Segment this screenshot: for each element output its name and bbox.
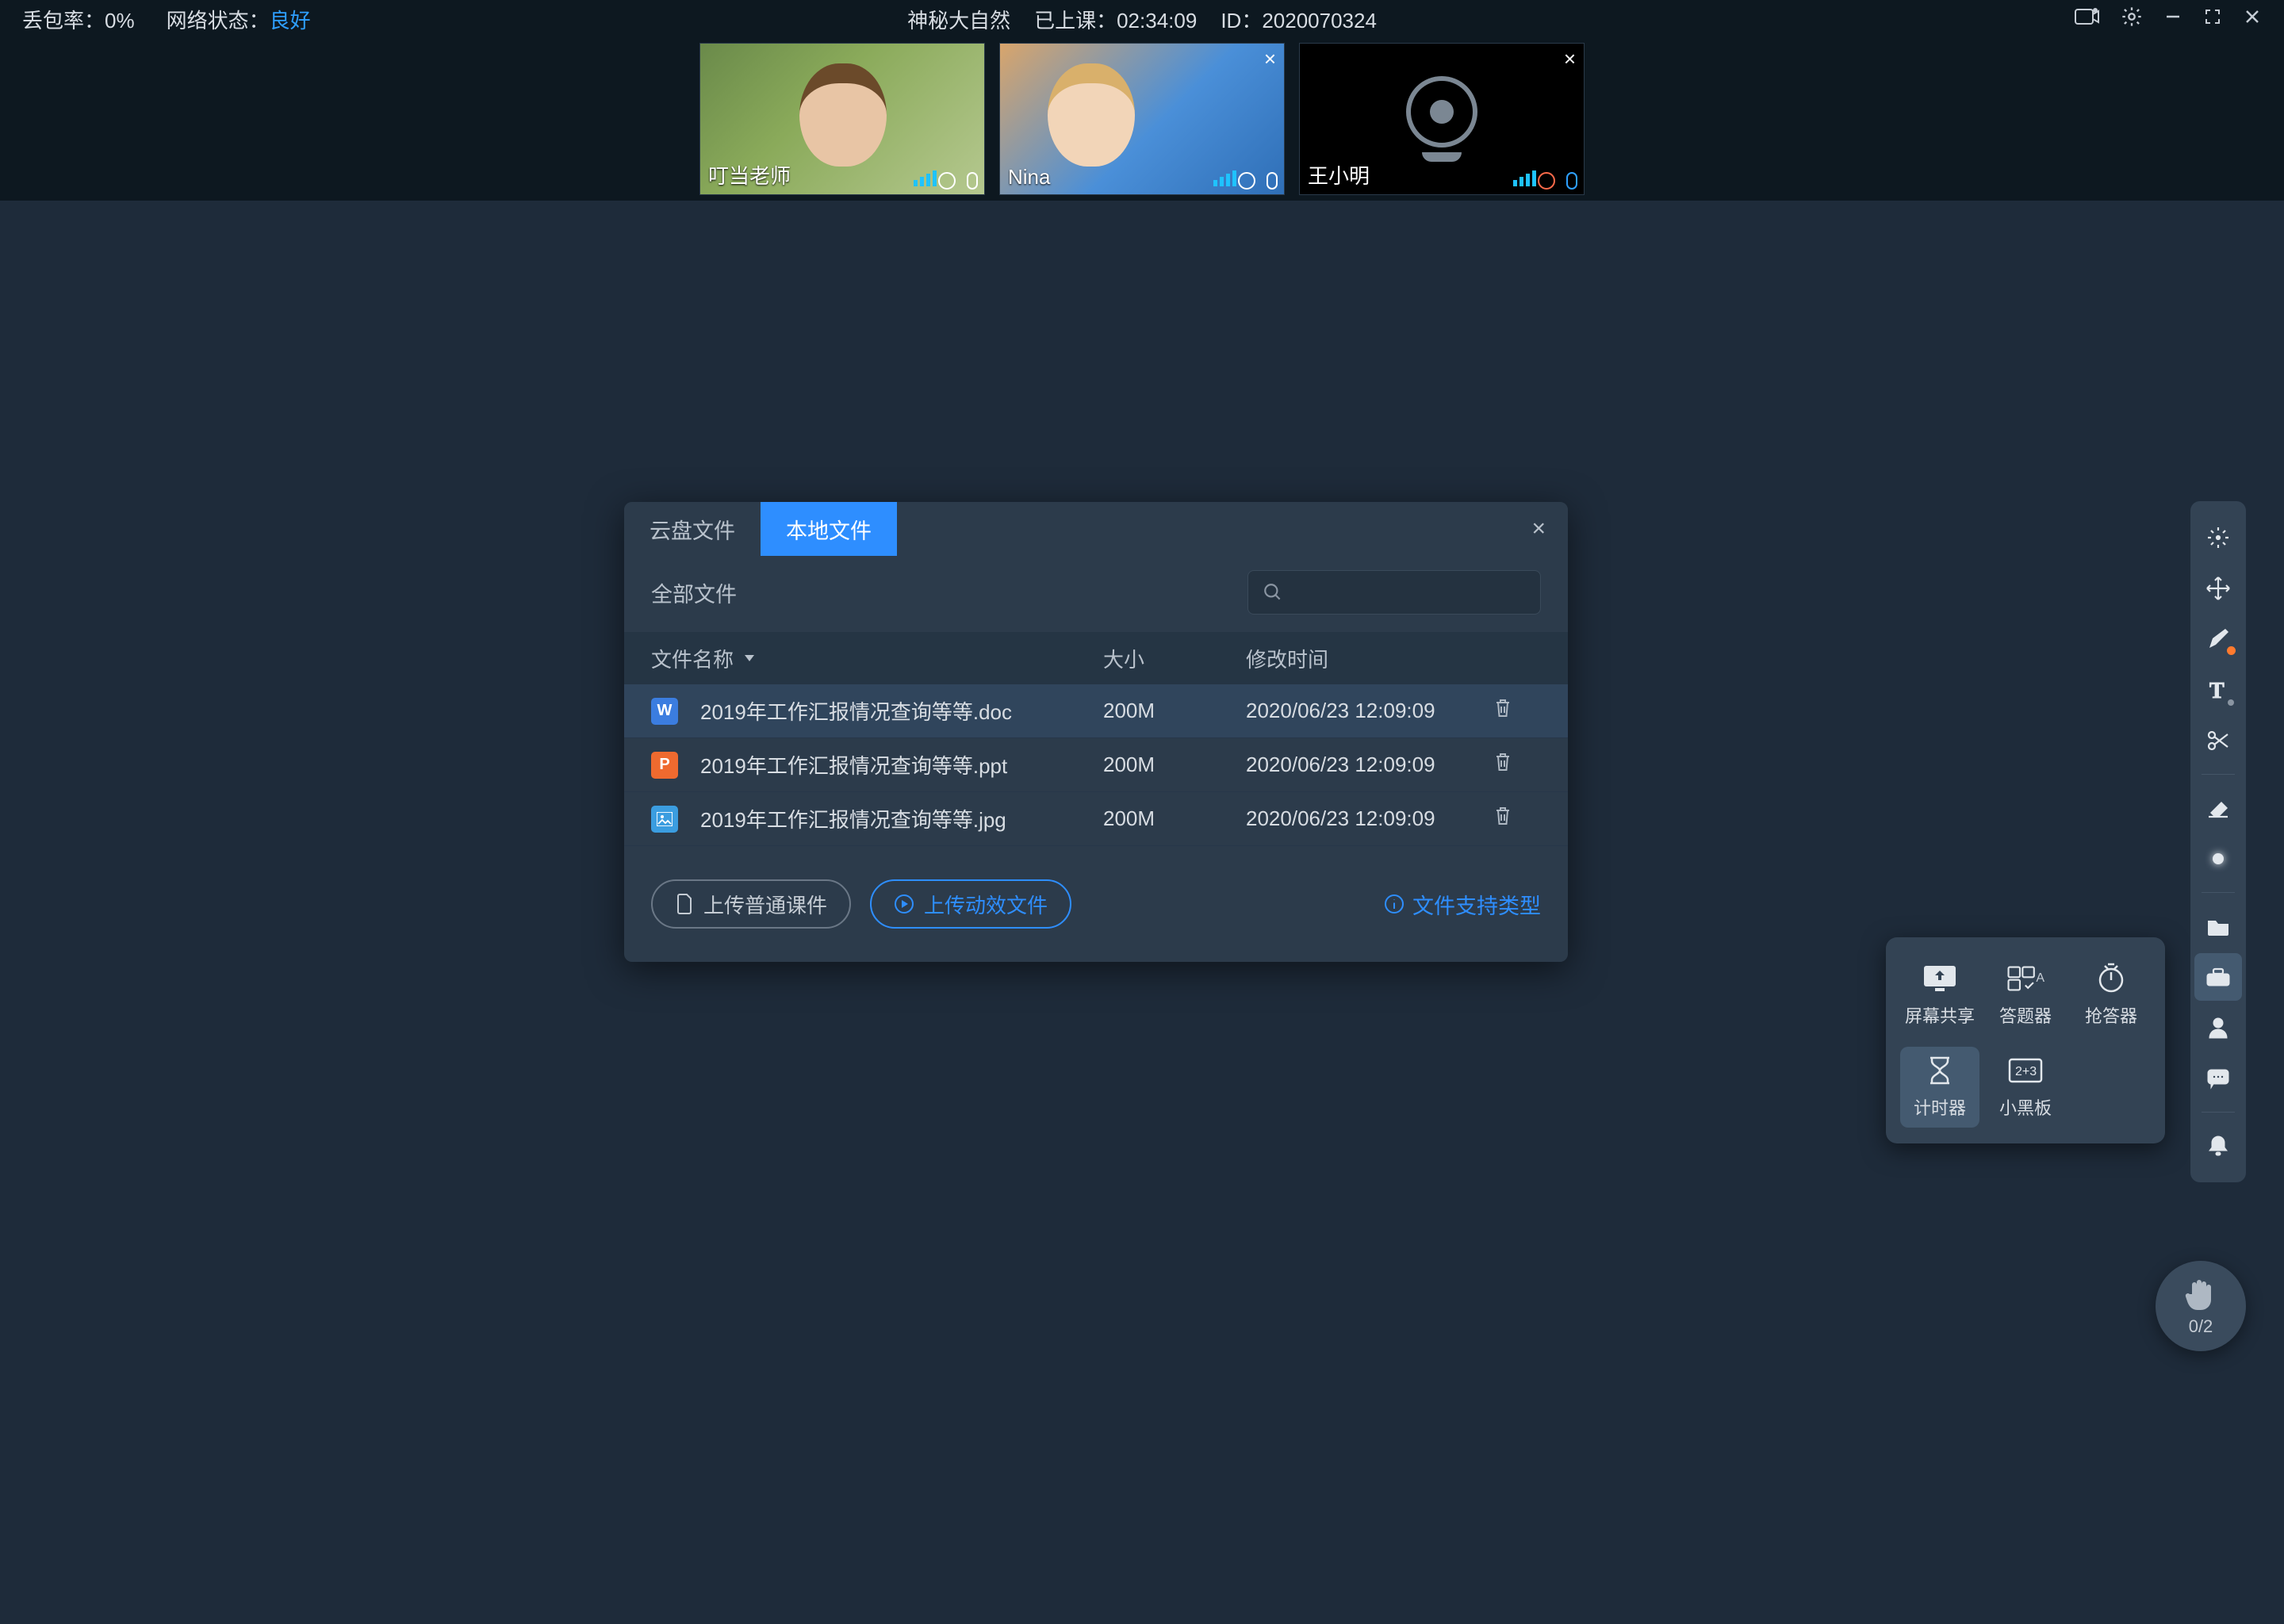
top-status-bar: 丢包率：0% 网络状态：良好 神秘大自然 已上课：02:34:09 ID：202…	[0, 0, 2284, 38]
col-header-time[interactable]: 修改时间	[1246, 644, 1493, 673]
fullscreen-icon[interactable]	[2203, 7, 2222, 32]
right-toolbar: T	[2190, 501, 2246, 1182]
course-title: 神秘大自然	[907, 5, 1010, 34]
close-icon[interactable]: ×	[1264, 47, 1276, 71]
video-tile-teacher[interactable]: 叮当老师	[699, 43, 985, 195]
tab-cloud-files[interactable]: 云盘文件	[624, 502, 761, 556]
camera-icon[interactable]	[1538, 172, 1555, 190]
signal-icon	[1513, 170, 1536, 186]
svg-text:2+3: 2+3	[2015, 1065, 2037, 1078]
delete-button[interactable]	[1493, 698, 1541, 724]
col-header-name[interactable]: 文件名称	[651, 644, 1103, 673]
mic-icon[interactable]	[967, 172, 978, 190]
tool-toolbox[interactable]	[2194, 953, 2242, 1001]
file-size: 200M	[1103, 699, 1246, 723]
gear-icon[interactable]	[2121, 6, 2143, 33]
file-row[interactable]: P 2019年工作汇报情况查询等等.ppt 200M2020/06/23 12:09…	[624, 738, 1568, 792]
sort-icon	[743, 653, 756, 664]
tool-folder[interactable]	[2194, 902, 2242, 950]
toolbox-responder[interactable]: 抢答器	[2071, 955, 2151, 1036]
raise-hand-button[interactable]: 0/2	[2156, 1261, 2246, 1351]
toolbox-blackboard[interactable]: 2+3 小黑板	[1986, 1047, 2065, 1128]
file-size: 200M	[1103, 753, 1246, 777]
file-name: 2019年工作汇报情况查询等等.jpg	[700, 804, 1006, 833]
mic-icon[interactable]	[1267, 172, 1278, 190]
record-icon[interactable]	[2075, 7, 2100, 32]
signal-icon	[914, 170, 937, 186]
file-name: 2019年工作汇报情况查询等等.doc	[700, 696, 1012, 726]
file-time: 2020/06/23 12:09:09	[1246, 806, 1493, 831]
toolbox-answer[interactable]: A 答题器	[1986, 955, 2065, 1036]
participant-name: Nina	[1008, 165, 1050, 190]
video-tile-student[interactable]: × Nina	[999, 43, 1285, 195]
tool-bell[interactable]	[2194, 1122, 2242, 1170]
elapsed-time: 已上课：02:34:09	[1034, 5, 1197, 34]
participant-name: 王小明	[1308, 160, 1370, 190]
tab-local-files[interactable]: 本地文件	[761, 502, 897, 556]
minimize-icon[interactable]	[2163, 7, 2182, 32]
tool-laser[interactable]	[2194, 514, 2242, 561]
file-table-header: 文件名称 大小 修改时间	[624, 632, 1568, 684]
col-header-size[interactable]: 大小	[1103, 644, 1246, 673]
search-input[interactable]	[1247, 570, 1541, 615]
tool-move[interactable]	[2194, 565, 2242, 612]
mic-icon[interactable]	[1566, 172, 1577, 190]
file-type-icon	[651, 806, 678, 833]
close-icon[interactable]: ×	[1564, 47, 1576, 71]
tool-pen[interactable]	[2194, 615, 2242, 663]
delete-button[interactable]	[1493, 806, 1541, 832]
hand-count: 0/2	[2189, 1316, 2213, 1337]
video-strip: 叮当老师 × Nina × 王小明	[0, 38, 2284, 201]
participant-name: 叮当老师	[708, 160, 791, 190]
file-time: 2020/06/23 12:09:09	[1246, 699, 1493, 723]
toolbox-popup: 屏幕共享 A 答题器 抢答器 计时器 2+3 小黑板	[1886, 937, 2165, 1143]
file-time: 2020/06/23 12:09:09	[1246, 753, 1493, 777]
file-size: 200M	[1103, 806, 1246, 831]
delete-button[interactable]	[1493, 752, 1541, 778]
signal-icon	[1213, 170, 1236, 186]
tool-scissors[interactable]	[2194, 717, 2242, 764]
supported-types-link[interactable]: 文件支持类型	[1384, 889, 1541, 920]
toolbox-screen-share[interactable]: 屏幕共享	[1900, 955, 1979, 1036]
toolbox-timer[interactable]: 计时器	[1900, 1047, 1979, 1128]
upload-normal-button[interactable]: 上传普通课件	[651, 879, 851, 929]
dialog-tabs: 云盘文件 本地文件 ×	[624, 502, 1568, 556]
session-id: ID：2020070324	[1221, 5, 1377, 34]
file-type-icon: W	[651, 698, 678, 725]
file-name: 2019年工作汇报情况查询等等.ppt	[700, 750, 1007, 779]
camera-off-icon	[1406, 76, 1477, 147]
close-icon[interactable]	[2243, 7, 2262, 32]
camera-icon[interactable]	[938, 172, 956, 190]
close-icon[interactable]: ×	[1531, 515, 1546, 542]
tool-eraser[interactable]	[2194, 784, 2242, 832]
upload-animated-button[interactable]: 上传动效文件	[870, 879, 1071, 929]
network-status: 网络状态：良好	[167, 5, 311, 34]
tool-chat[interactable]	[2194, 1055, 2242, 1102]
hand-icon	[2184, 1275, 2217, 1312]
tool-user[interactable]	[2194, 1004, 2242, 1051]
all-files-label[interactable]: 全部文件	[651, 577, 737, 608]
camera-icon[interactable]	[1238, 172, 1255, 190]
file-upload-dialog: 云盘文件 本地文件 × 全部文件 文件名称 大小 修改时间 W 2019年工作汇报…	[624, 502, 1568, 962]
file-type-icon: P	[651, 752, 678, 779]
tool-text[interactable]: T	[2194, 666, 2242, 714]
file-row[interactable]: 2019年工作汇报情况查询等等.jpg 200M2020/06/23 12:09:…	[624, 792, 1568, 846]
video-tile-student[interactable]: × 王小明	[1299, 43, 1585, 195]
svg-text:T: T	[2209, 679, 2225, 702]
packet-loss: 丢包率：0%	[22, 5, 135, 34]
file-row[interactable]: W 2019年工作汇报情况查询等等.doc 200M2020/06/23 12:09…	[624, 684, 1568, 738]
tool-color[interactable]	[2194, 835, 2242, 883]
